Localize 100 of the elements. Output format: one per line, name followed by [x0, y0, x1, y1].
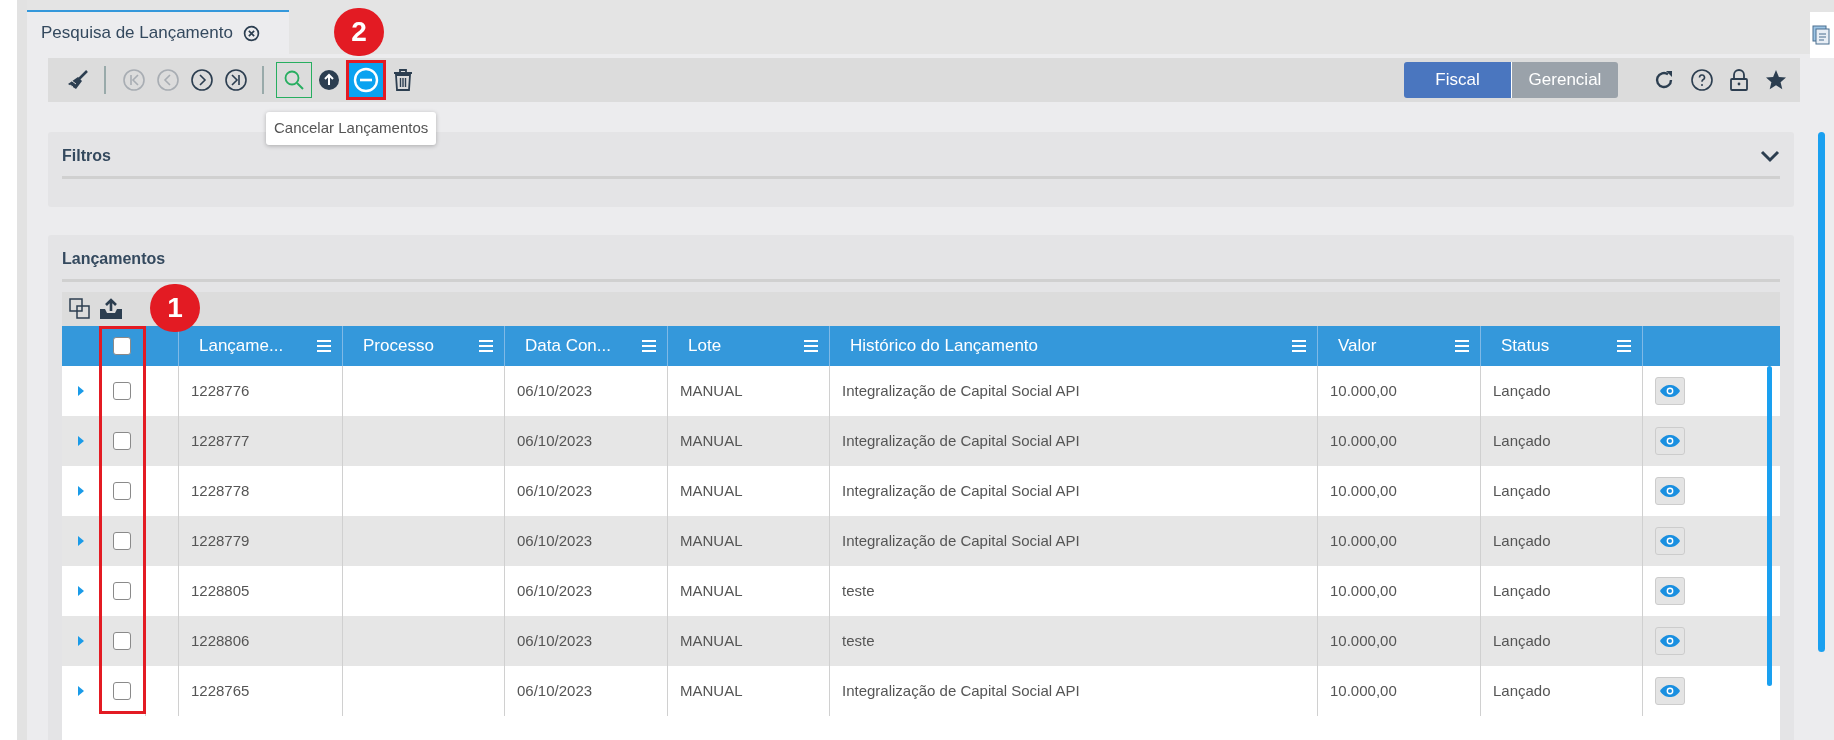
- upload-icon[interactable]: [318, 69, 340, 91]
- minus-circle-icon: [353, 67, 379, 93]
- table-cell-text: 10.000,00: [1330, 530, 1397, 551]
- table-cell-text: 1228779: [191, 530, 250, 551]
- help-icon[interactable]: [1690, 68, 1714, 92]
- table-cell-text: MANUAL: [680, 380, 743, 401]
- panel-title: Lançamentos: [62, 250, 166, 267]
- table-cell-text: teste: [842, 630, 875, 651]
- row-checkbox[interactable]: [113, 482, 131, 500]
- table-cell-text: teste: [842, 580, 875, 601]
- side-panel[interactable]: [1810, 12, 1834, 58]
- lock-icon[interactable]: [1728, 68, 1750, 92]
- row-checkbox[interactable]: [113, 582, 131, 600]
- table-cell-text: Lançado: [1493, 480, 1551, 501]
- view-button[interactable]: [1655, 527, 1685, 555]
- expand-icon[interactable]: [76, 635, 85, 647]
- eye-icon: [1659, 684, 1681, 698]
- view-button[interactable]: [1655, 377, 1685, 405]
- eye-icon: [1659, 584, 1681, 598]
- row-checkbox[interactable]: [113, 682, 131, 700]
- table-cell-text: MANUAL: [680, 680, 743, 701]
- broom-icon[interactable]: [66, 68, 90, 92]
- trash-icon[interactable]: [392, 68, 414, 92]
- table-cell-text: Integralização de Capital Social API: [842, 480, 1080, 501]
- column-header[interactable]: Data Con...: [525, 333, 611, 359]
- tab-title: Pesquisa de Lançamento: [41, 22, 233, 45]
- last-page-button[interactable]: [222, 66, 250, 94]
- view-tab[interactable]: Fiscal: [1404, 62, 1511, 98]
- table-cell-text: 10.000,00: [1330, 480, 1397, 501]
- column-header[interactable]: Processo: [363, 333, 434, 359]
- table-cell-text: MANUAL: [680, 480, 743, 501]
- table-cell-text: 10.000,00: [1330, 430, 1397, 451]
- select-all-checkbox[interactable]: [113, 337, 131, 355]
- view-tab[interactable]: Gerencial: [1511, 62, 1618, 98]
- column-header[interactable]: Lote: [688, 333, 722, 359]
- expand-icon[interactable]: [76, 685, 85, 697]
- table-cell-text: 10.000,00: [1330, 630, 1397, 651]
- table-cell-text: Lançado: [1493, 380, 1551, 401]
- copy-icon[interactable]: [68, 297, 92, 321]
- menu-icon[interactable]: [1291, 339, 1307, 353]
- column-header[interactable]: Valor: [1338, 333, 1377, 359]
- next-page-button[interactable]: [188, 66, 216, 94]
- scrollbar[interactable]: [1767, 366, 1772, 686]
- row-checkbox[interactable]: [113, 632, 131, 650]
- search-button[interactable]: [276, 62, 312, 98]
- menu-icon[interactable]: [641, 339, 657, 353]
- eye-icon: [1659, 384, 1681, 398]
- row-checkbox[interactable]: [113, 382, 131, 400]
- table-cell-text: Integralização de Capital Social API: [842, 380, 1080, 401]
- table-cell-text: 10.000,00: [1330, 380, 1397, 401]
- eye-icon: [1659, 484, 1681, 498]
- star-icon[interactable]: [1764, 68, 1788, 92]
- export-icon[interactable]: [98, 297, 124, 321]
- table-cell-text: Lançado: [1493, 430, 1551, 451]
- eye-icon: [1659, 634, 1681, 648]
- table-cell-text: 10.000,00: [1330, 680, 1397, 701]
- table-cell-text: 06/10/2023: [517, 480, 593, 501]
- expand-icon[interactable]: [76, 535, 85, 547]
- close-icon[interactable]: [242, 24, 260, 42]
- row-checkbox[interactable]: [113, 532, 131, 550]
- menu-icon[interactable]: [803, 339, 819, 353]
- table-cell-text: Lançado: [1493, 630, 1551, 651]
- table-cell-text: 06/10/2023: [517, 530, 593, 551]
- menu-icon[interactable]: [478, 339, 494, 353]
- column-header[interactable]: Histórico do Lançamento: [850, 333, 1039, 359]
- expand-icon[interactable]: [76, 435, 85, 447]
- eye-icon: [1659, 434, 1681, 448]
- menu-icon[interactable]: [316, 339, 332, 353]
- panel-title: Filtros: [62, 146, 111, 166]
- table-cell-text: 1228806: [191, 630, 250, 651]
- table-row[interactable]: 1228806 06/10/2023 MANUAL teste 10.000,00 Lançado: [62, 616, 1780, 666]
- menu-icon[interactable]: [1616, 339, 1632, 353]
- table-row[interactable]: 1228777 06/10/2023 MANUAL Integralização de Capital Social API 10.000,00 Lançado: [62, 416, 1780, 466]
- table-row[interactable]: 1228779 06/10/2023 MANUAL Integralização de Capital Social API 10.000,00 Lançado: [62, 516, 1780, 566]
- table-cell-text: 1228778: [191, 480, 250, 501]
- view-button[interactable]: [1655, 427, 1685, 455]
- row-checkbox[interactable]: [113, 432, 131, 450]
- table-cell-text: MANUAL: [680, 530, 743, 551]
- expand-icon[interactable]: [76, 485, 85, 497]
- table-cell-text: Integralização de Capital Social API: [842, 530, 1080, 551]
- expand-icon[interactable]: [76, 385, 85, 397]
- table-cell-text: Lançado: [1493, 680, 1551, 701]
- view-button[interactable]: [1655, 627, 1685, 655]
- view-button[interactable]: [1655, 677, 1685, 705]
- expand-icon[interactable]: [76, 585, 85, 597]
- table-cell-text: 10.000,00: [1330, 580, 1397, 601]
- table-cell-text: 06/10/2023: [517, 380, 593, 401]
- page-tab[interactable]: Pesquisa de Lançamento: [27, 10, 289, 54]
- column-header[interactable]: Lançame...: [199, 333, 284, 359]
- column-header[interactable]: Status: [1501, 333, 1550, 359]
- table-cell-text: 1228805: [191, 580, 250, 601]
- scrollbar[interactable]: [1817, 132, 1825, 652]
- cancel-entries-button[interactable]: [346, 60, 386, 100]
- table-cell-text: Integralização de Capital Social API: [842, 680, 1080, 701]
- table-cell-text: 06/10/2023: [517, 430, 593, 451]
- menu-icon[interactable]: [1454, 339, 1470, 353]
- view-button[interactable]: [1655, 477, 1685, 505]
- view-button[interactable]: [1655, 577, 1685, 605]
- table-cell-text: Integralização de Capital Social API: [842, 430, 1080, 451]
- chevron-icon[interactable]: [1760, 149, 1780, 163]
